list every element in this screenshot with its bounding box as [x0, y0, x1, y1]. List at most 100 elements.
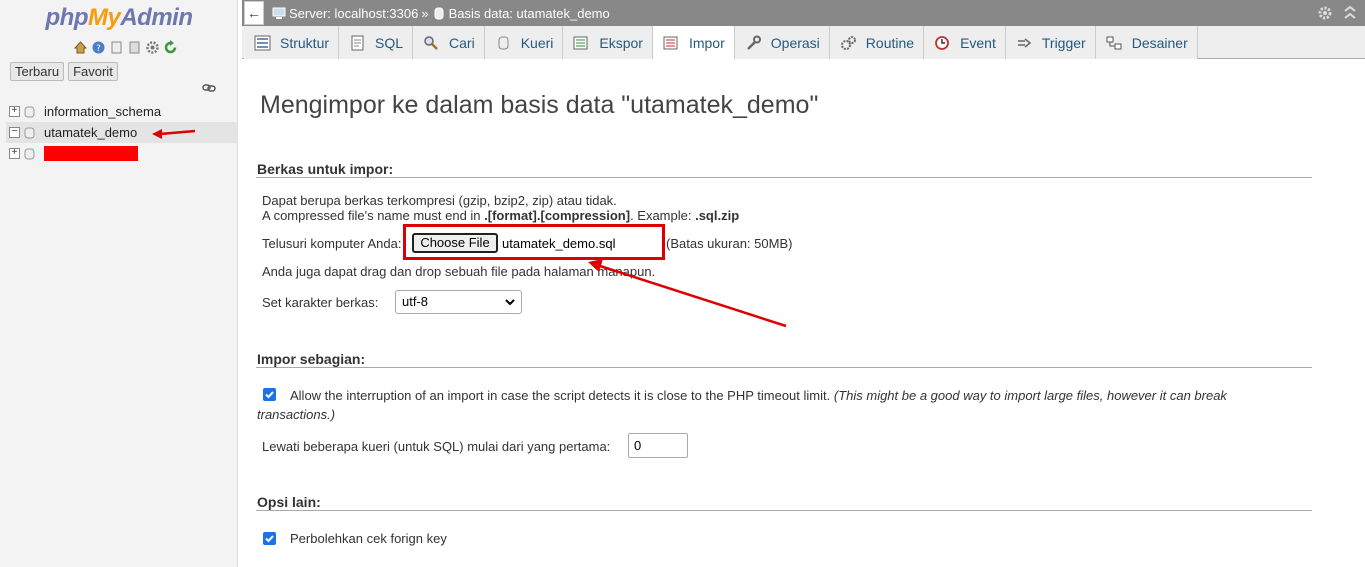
- foreign-key-label: Perbolehkan cek forign key: [290, 531, 447, 546]
- tab-routine[interactable]: Routine: [829, 26, 925, 59]
- logo-my: My: [87, 4, 121, 31]
- tab-bar: Struktur SQL Cari Kueri Ekspor Impor Ope…: [242, 26, 1365, 60]
- charset-value: utf-8: [402, 294, 429, 309]
- sidebar: phpMyAdmin ? Terbaru Favorit + informati…: [0, 0, 238, 567]
- db-item-utamatek-demo[interactable]: − utamatek_demo: [6, 122, 238, 143]
- favorites-button[interactable]: Favorit: [68, 62, 118, 81]
- redacted-db-name: [44, 146, 138, 161]
- tab-struktur[interactable]: Struktur: [244, 26, 340, 59]
- allow-interrupt-note: (This might be a good way to import larg…: [833, 388, 1227, 403]
- settings-gear-icon[interactable]: [145, 40, 160, 55]
- svg-text:?: ?: [96, 44, 101, 54]
- collapse-arrows-icon[interactable]: [1343, 5, 1357, 21]
- home-icon[interactable]: [73, 40, 88, 55]
- query-icon: [498, 36, 509, 49]
- tab-label: Event: [960, 34, 996, 51]
- settings-gear-icon[interactable]: [1317, 5, 1333, 21]
- db-item-redacted[interactable]: +: [6, 143, 238, 164]
- structure-icon: [254, 35, 271, 50]
- db-name: information_schema: [44, 104, 162, 119]
- foreign-key-checkbox[interactable]: [263, 532, 276, 545]
- file-section-heading: Berkas untuk impor:: [257, 161, 394, 177]
- format-pattern: .[format].[compression]: [484, 208, 631, 223]
- sql-icon: [351, 35, 364, 50]
- reload-icon[interactable]: [163, 40, 178, 55]
- charset-select[interactable]: utf-8: [395, 290, 522, 314]
- other-section-heading: Opsi lain:: [257, 494, 321, 510]
- skip-queries-input[interactable]: 0: [628, 433, 688, 458]
- allow-interrupt-checkbox[interactable]: [263, 388, 276, 401]
- check-icon: [265, 535, 274, 543]
- app-root: phpMyAdmin ? Terbaru Favorit + informati…: [0, 0, 1365, 567]
- breadcrumb-bar: ← Server: localhost:3306 » Basis data: u…: [242, 0, 1365, 26]
- breadcrumb-separator: »: [421, 5, 429, 21]
- tab-cari[interactable]: Cari: [413, 26, 485, 59]
- divider: [256, 367, 1312, 368]
- breadcrumb-database[interactable]: Basis data: utamatek_demo: [449, 6, 610, 21]
- browse-label: Telusuri komputer Anda:: [262, 236, 402, 251]
- collapse-icon[interactable]: −: [9, 127, 20, 138]
- tab-ekspor[interactable]: Ekspor: [563, 26, 653, 59]
- tab-sql[interactable]: SQL: [339, 26, 414, 59]
- example-value: .sql.zip: [695, 208, 740, 223]
- format-text: A compressed file's name must end in: [262, 208, 485, 223]
- tab-label: Trigger: [1041, 34, 1086, 51]
- export-icon: [573, 36, 588, 49]
- chevron-down-icon: [505, 299, 515, 306]
- tab-label: SQL: [375, 34, 404, 51]
- tab-label: Impor: [688, 34, 725, 51]
- divider: [256, 510, 1312, 511]
- tab-label: Desainer: [1131, 34, 1188, 51]
- database-icon: [434, 7, 444, 19]
- breadcrumb: Server: localhost:3306 » Basis data: uta…: [272, 6, 613, 21]
- tab-impor[interactable]: Impor: [652, 26, 735, 60]
- skip-queries-label: Lewati beberapa kueri (untuk SQL) mulai …: [262, 439, 611, 454]
- tab-label: Routine: [865, 34, 915, 51]
- tab-label: Operasi: [770, 34, 820, 51]
- main-content: Mengimpor ke dalam basis data "utamatek_…: [242, 60, 1365, 567]
- help-icon[interactable]: ?: [91, 40, 106, 55]
- db-item-information-schema[interactable]: + information_schema: [6, 101, 238, 122]
- database-icon: [24, 106, 35, 117]
- tab-label: Struktur: [280, 34, 330, 51]
- tab-trigger[interactable]: Trigger: [1005, 26, 1096, 59]
- logo-php: php: [45, 4, 89, 31]
- database-icon: [24, 127, 35, 138]
- docs-icon[interactable]: [109, 40, 124, 55]
- database-icon: [24, 148, 35, 159]
- tab-kueri[interactable]: Kueri: [484, 26, 564, 59]
- search-icon: [424, 35, 438, 50]
- compression-note: Dapat berupa berkas terkompresi (gzip, b…: [262, 193, 617, 208]
- recent-button[interactable]: Terbaru: [10, 62, 65, 81]
- charset-label: Set karakter berkas:: [262, 295, 379, 310]
- clock-icon: [935, 35, 949, 50]
- choose-file-button[interactable]: Choose File: [412, 233, 498, 253]
- tab-label: Kueri: [520, 34, 554, 51]
- link-chain-icon[interactable]: [202, 83, 216, 93]
- partial-section-heading: Impor sebagian:: [257, 351, 366, 367]
- divider: [256, 177, 1312, 178]
- allow-interrupt-text: Allow the interruption of an import in c…: [290, 388, 831, 403]
- tab-label: Ekspor: [599, 34, 643, 51]
- server-icon: [272, 7, 286, 19]
- tab-event[interactable]: Event: [924, 26, 1006, 59]
- drag-drop-note: Anda juga dapat drag dan drop sebuah fil…: [262, 264, 656, 279]
- allow-interrupt-note-cont: transactions.): [257, 407, 336, 422]
- breadcrumb-server[interactable]: Server: localhost:3306: [289, 6, 418, 21]
- page-title: Mengimpor ke dalam basis data "utamatek_…: [260, 91, 819, 119]
- routines-gears-icon: [840, 35, 856, 50]
- expand-icon[interactable]: +: [9, 148, 20, 159]
- selected-file-name: utamatek_demo.sql: [502, 236, 616, 251]
- phpmyadmin-logo[interactable]: phpMyAdmin: [0, 4, 238, 32]
- database-tree: + information_schema − utamatek_demo +: [6, 101, 238, 164]
- tab-operasi[interactable]: Operasi: [734, 26, 830, 59]
- db-name: utamatek_demo: [44, 125, 138, 140]
- sql-docs-icon[interactable]: [127, 40, 142, 55]
- trigger-icon: [1017, 37, 1032, 48]
- allow-interrupt-label: Allow the interruption of an import in c…: [290, 388, 1227, 403]
- expand-icon[interactable]: +: [9, 106, 20, 117]
- size-limit: (Batas ukuran: 50MB): [666, 236, 793, 251]
- tab-desainer[interactable]: Desainer: [1095, 26, 1198, 59]
- collapse-nav-button[interactable]: ←: [244, 1, 264, 25]
- tab-label: Cari: [449, 34, 475, 51]
